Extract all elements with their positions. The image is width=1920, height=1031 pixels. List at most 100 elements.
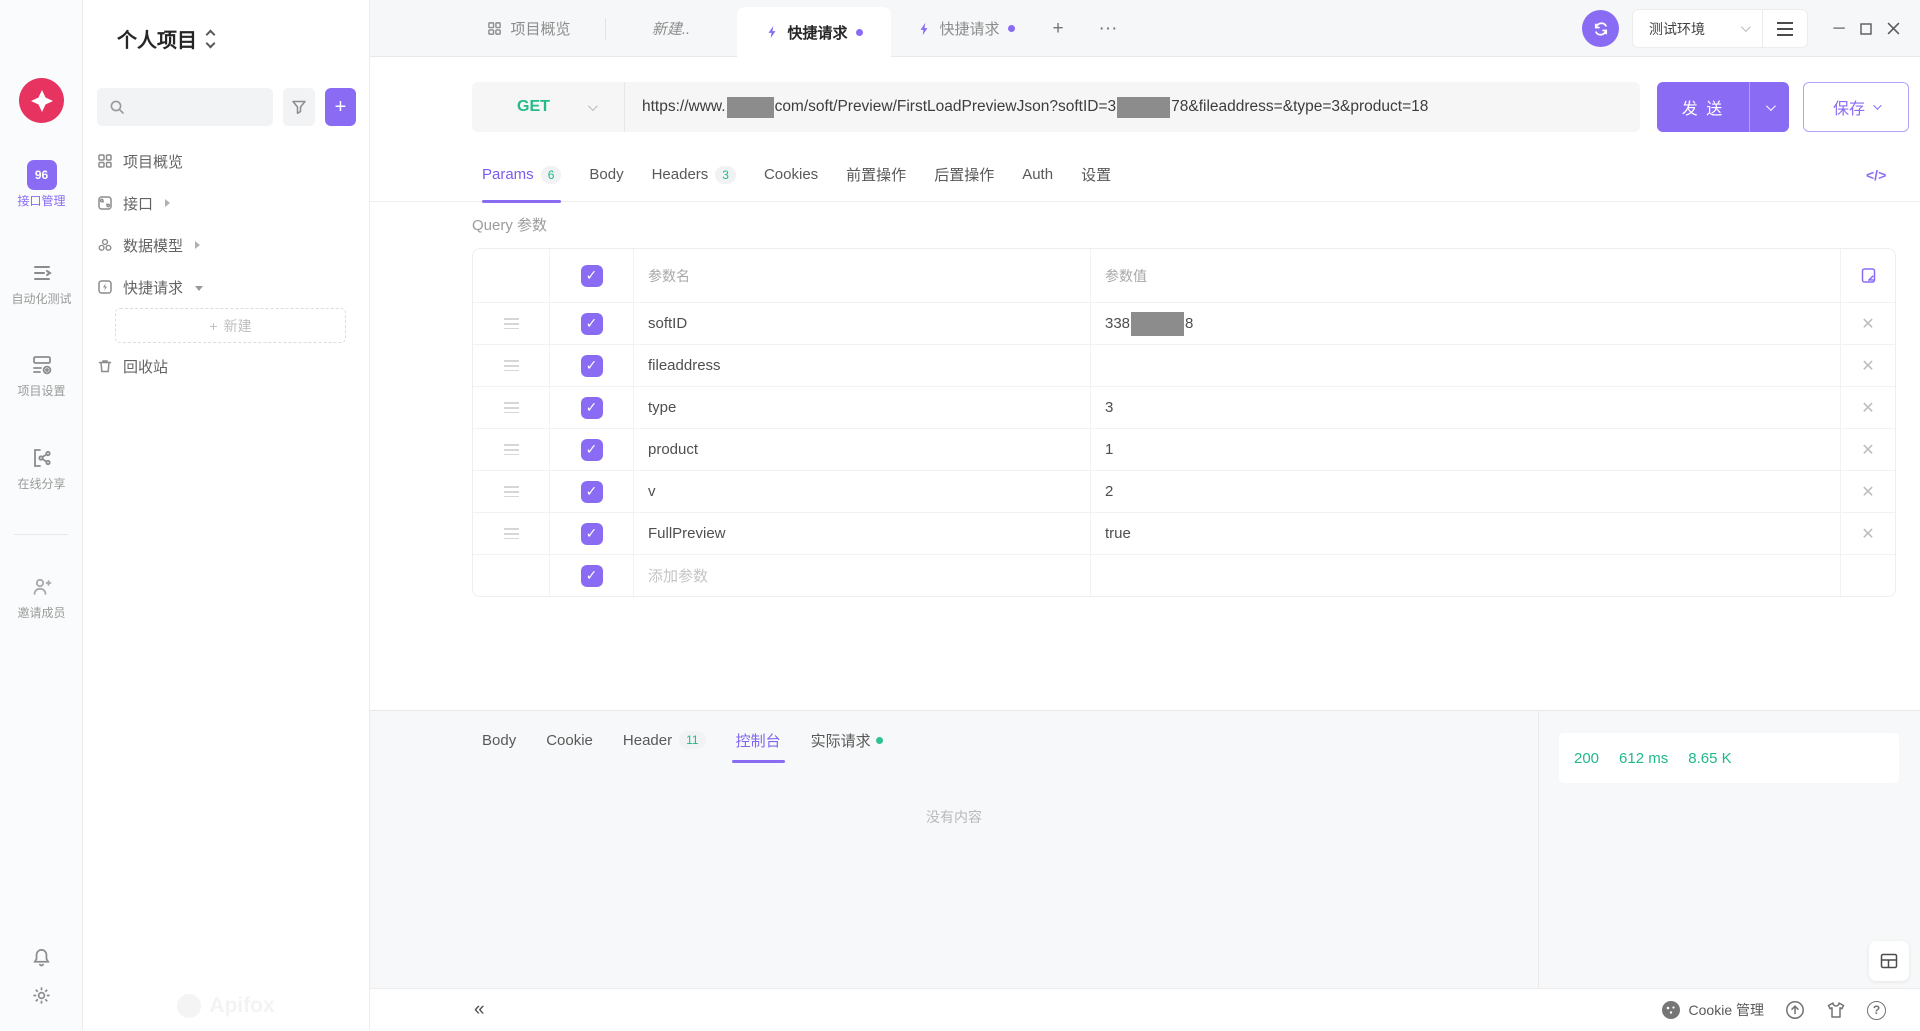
response-status-card: 200 612 ms 8.65 K [1559, 733, 1899, 783]
row-checkbox[interactable]: ✓ [581, 481, 603, 503]
new-tab-button[interactable]: + [1038, 0, 1078, 57]
tab-response-cookie[interactable]: Cookie [546, 717, 593, 763]
param-name-input[interactable]: v [634, 471, 1091, 512]
notifications-button[interactable] [0, 947, 83, 968]
cookie-manager-button[interactable]: Cookie 管理 [1661, 1000, 1764, 1020]
rail-item-invite-member[interactable]: 邀请成员 [0, 572, 83, 620]
tree-item-data-model[interactable]: 数据模型 [83, 224, 370, 266]
tab-headers[interactable]: Headers 3 [652, 147, 736, 202]
tab-pre-ops[interactable]: 前置操作 [846, 147, 906, 202]
tab-quick-request-active[interactable]: 快捷请求 [737, 7, 891, 57]
tab-response-header[interactable]: Header 11 [623, 717, 706, 763]
search-input[interactable] [97, 88, 273, 126]
upload-button[interactable] [1785, 1000, 1805, 1020]
param-value-input[interactable]: true [1091, 513, 1841, 554]
environment-menu-icon[interactable] [1763, 22, 1807, 36]
param-name-input[interactable]: type [634, 387, 1091, 428]
overview-grid-icon [97, 153, 113, 169]
send-options-button[interactable] [1749, 82, 1789, 132]
more-tabs-button[interactable]: ··· [1088, 0, 1128, 57]
window-close-button[interactable] [1879, 0, 1907, 57]
add-new-button[interactable]: + [325, 88, 356, 126]
param-value-input[interactable]: 1 [1091, 429, 1841, 470]
row-checkbox[interactable]: ✓ [581, 397, 603, 419]
lightning-icon [765, 25, 779, 39]
url-input[interactable]: https://www.com/soft/Preview/FirstLoadPr… [625, 97, 1428, 118]
tab-actual-request[interactable]: 实际请求 [811, 717, 883, 763]
drag-handle[interactable] [504, 402, 519, 413]
add-param-value-input[interactable] [1091, 555, 1841, 596]
row-checkbox[interactable]: ✓ [581, 355, 603, 377]
tab-body[interactable]: Body [589, 147, 623, 202]
delete-row-button[interactable]: ✕ [1861, 356, 1874, 376]
tab-cookies[interactable]: Cookies [764, 147, 818, 202]
drag-handle[interactable] [504, 486, 519, 497]
add-param-input[interactable]: 添加参数 [634, 555, 1091, 596]
code-view-button[interactable]: </> [1866, 147, 1886, 202]
tab-quick-request-2[interactable]: 快捷请求 [900, 0, 1032, 57]
tab-console[interactable]: 控制台 [736, 717, 781, 763]
tab-project-overview[interactable]: 项目概览 [454, 0, 604, 57]
tab-new-draft[interactable]: 新建.. [606, 0, 736, 57]
param-name-input[interactable]: softID [634, 303, 1091, 344]
save-button[interactable]: 保存 [1803, 82, 1909, 132]
rail-item-api-manage[interactable]: 96 接口管理 [0, 160, 83, 208]
delete-row-button[interactable]: ✕ [1861, 482, 1874, 502]
tree-item-api[interactable]: 接口 [83, 182, 370, 224]
param-value-input[interactable]: 3388 [1091, 303, 1841, 344]
rail-item-online-share[interactable]: 在线分享 [0, 443, 83, 491]
tree-item-quick-request[interactable]: 快捷请求 [83, 266, 370, 308]
window-maximize-button[interactable] [1852, 0, 1880, 57]
drag-handle[interactable] [504, 318, 519, 329]
theme-button[interactable] [1826, 1000, 1846, 1020]
new-quick-request-button[interactable]: + 新建 [115, 308, 346, 343]
settings-button[interactable] [0, 985, 83, 1006]
delete-row-button[interactable]: ✕ [1861, 398, 1874, 418]
response-time: 612 ms [1619, 750, 1668, 767]
delete-row-button[interactable]: ✕ [1861, 524, 1874, 544]
layout-toggle-button[interactable] [1869, 941, 1909, 981]
tab-settings[interactable]: 设置 [1081, 147, 1111, 202]
send-button[interactable]: 发 送 [1657, 82, 1789, 132]
apifox-logo[interactable] [19, 78, 64, 123]
tab-response-body[interactable]: Body [482, 717, 516, 763]
chevron-down-icon [1766, 101, 1776, 111]
project-switcher[interactable]: 个人项目 [117, 24, 214, 53]
drag-handle[interactable] [504, 528, 519, 539]
row-checkbox[interactable]: ✓ [581, 313, 603, 335]
tab-post-ops[interactable]: 后置操作 [934, 147, 994, 202]
row-checkbox[interactable]: ✓ [581, 565, 603, 587]
filter-button[interactable] [283, 88, 315, 126]
help-button[interactable]: ? [1867, 1001, 1886, 1020]
environment-selector[interactable]: 测试环境 [1632, 9, 1808, 48]
tab-params[interactable]: Params 6 [482, 147, 561, 202]
sync-button[interactable] [1582, 10, 1619, 47]
window-minimize-button[interactable]: ─ [1825, 0, 1853, 57]
rail-item-automation[interactable]: 自动化测试 [0, 258, 83, 306]
param-value-input[interactable] [1091, 345, 1841, 386]
project-tree: 项目概览 接口 数据模型 快捷请求 + 新建 [83, 140, 370, 387]
delete-row-button[interactable]: ✕ [1861, 440, 1874, 460]
param-name-input[interactable]: fileaddress [634, 345, 1091, 386]
row-checkbox[interactable]: ✓ [581, 439, 603, 461]
response-meta-pane: 200 612 ms 8.65 K [1538, 711, 1920, 989]
row-checkbox[interactable]: ✓ [581, 523, 603, 545]
select-all-checkbox[interactable]: ✓ [581, 265, 603, 287]
bulk-edit-button[interactable] [1841, 249, 1895, 302]
delete-row-button[interactable]: ✕ [1861, 314, 1874, 334]
rail-item-project-settings[interactable]: 项目设置 [0, 350, 83, 398]
chevron-right-icon [195, 241, 200, 249]
status-code: 200 [1574, 750, 1599, 767]
tree-item-overview[interactable]: 项目概览 [83, 140, 370, 182]
method-selector[interactable]: GET [472, 82, 624, 132]
drag-handle[interactable] [504, 444, 519, 455]
drag-handle[interactable] [504, 360, 519, 371]
param-name-input[interactable]: FullPreview [634, 513, 1091, 554]
collapse-panel-button[interactable]: « [474, 989, 485, 1031]
param-value-input[interactable]: 3 [1091, 387, 1841, 428]
tab-auth[interactable]: Auth [1022, 147, 1053, 202]
environment-label: 测试环境 [1633, 19, 1741, 39]
param-name-input[interactable]: product [634, 429, 1091, 470]
tree-item-recycle-bin[interactable]: 回收站 [83, 345, 370, 387]
param-value-input[interactable]: 2 [1091, 471, 1841, 512]
